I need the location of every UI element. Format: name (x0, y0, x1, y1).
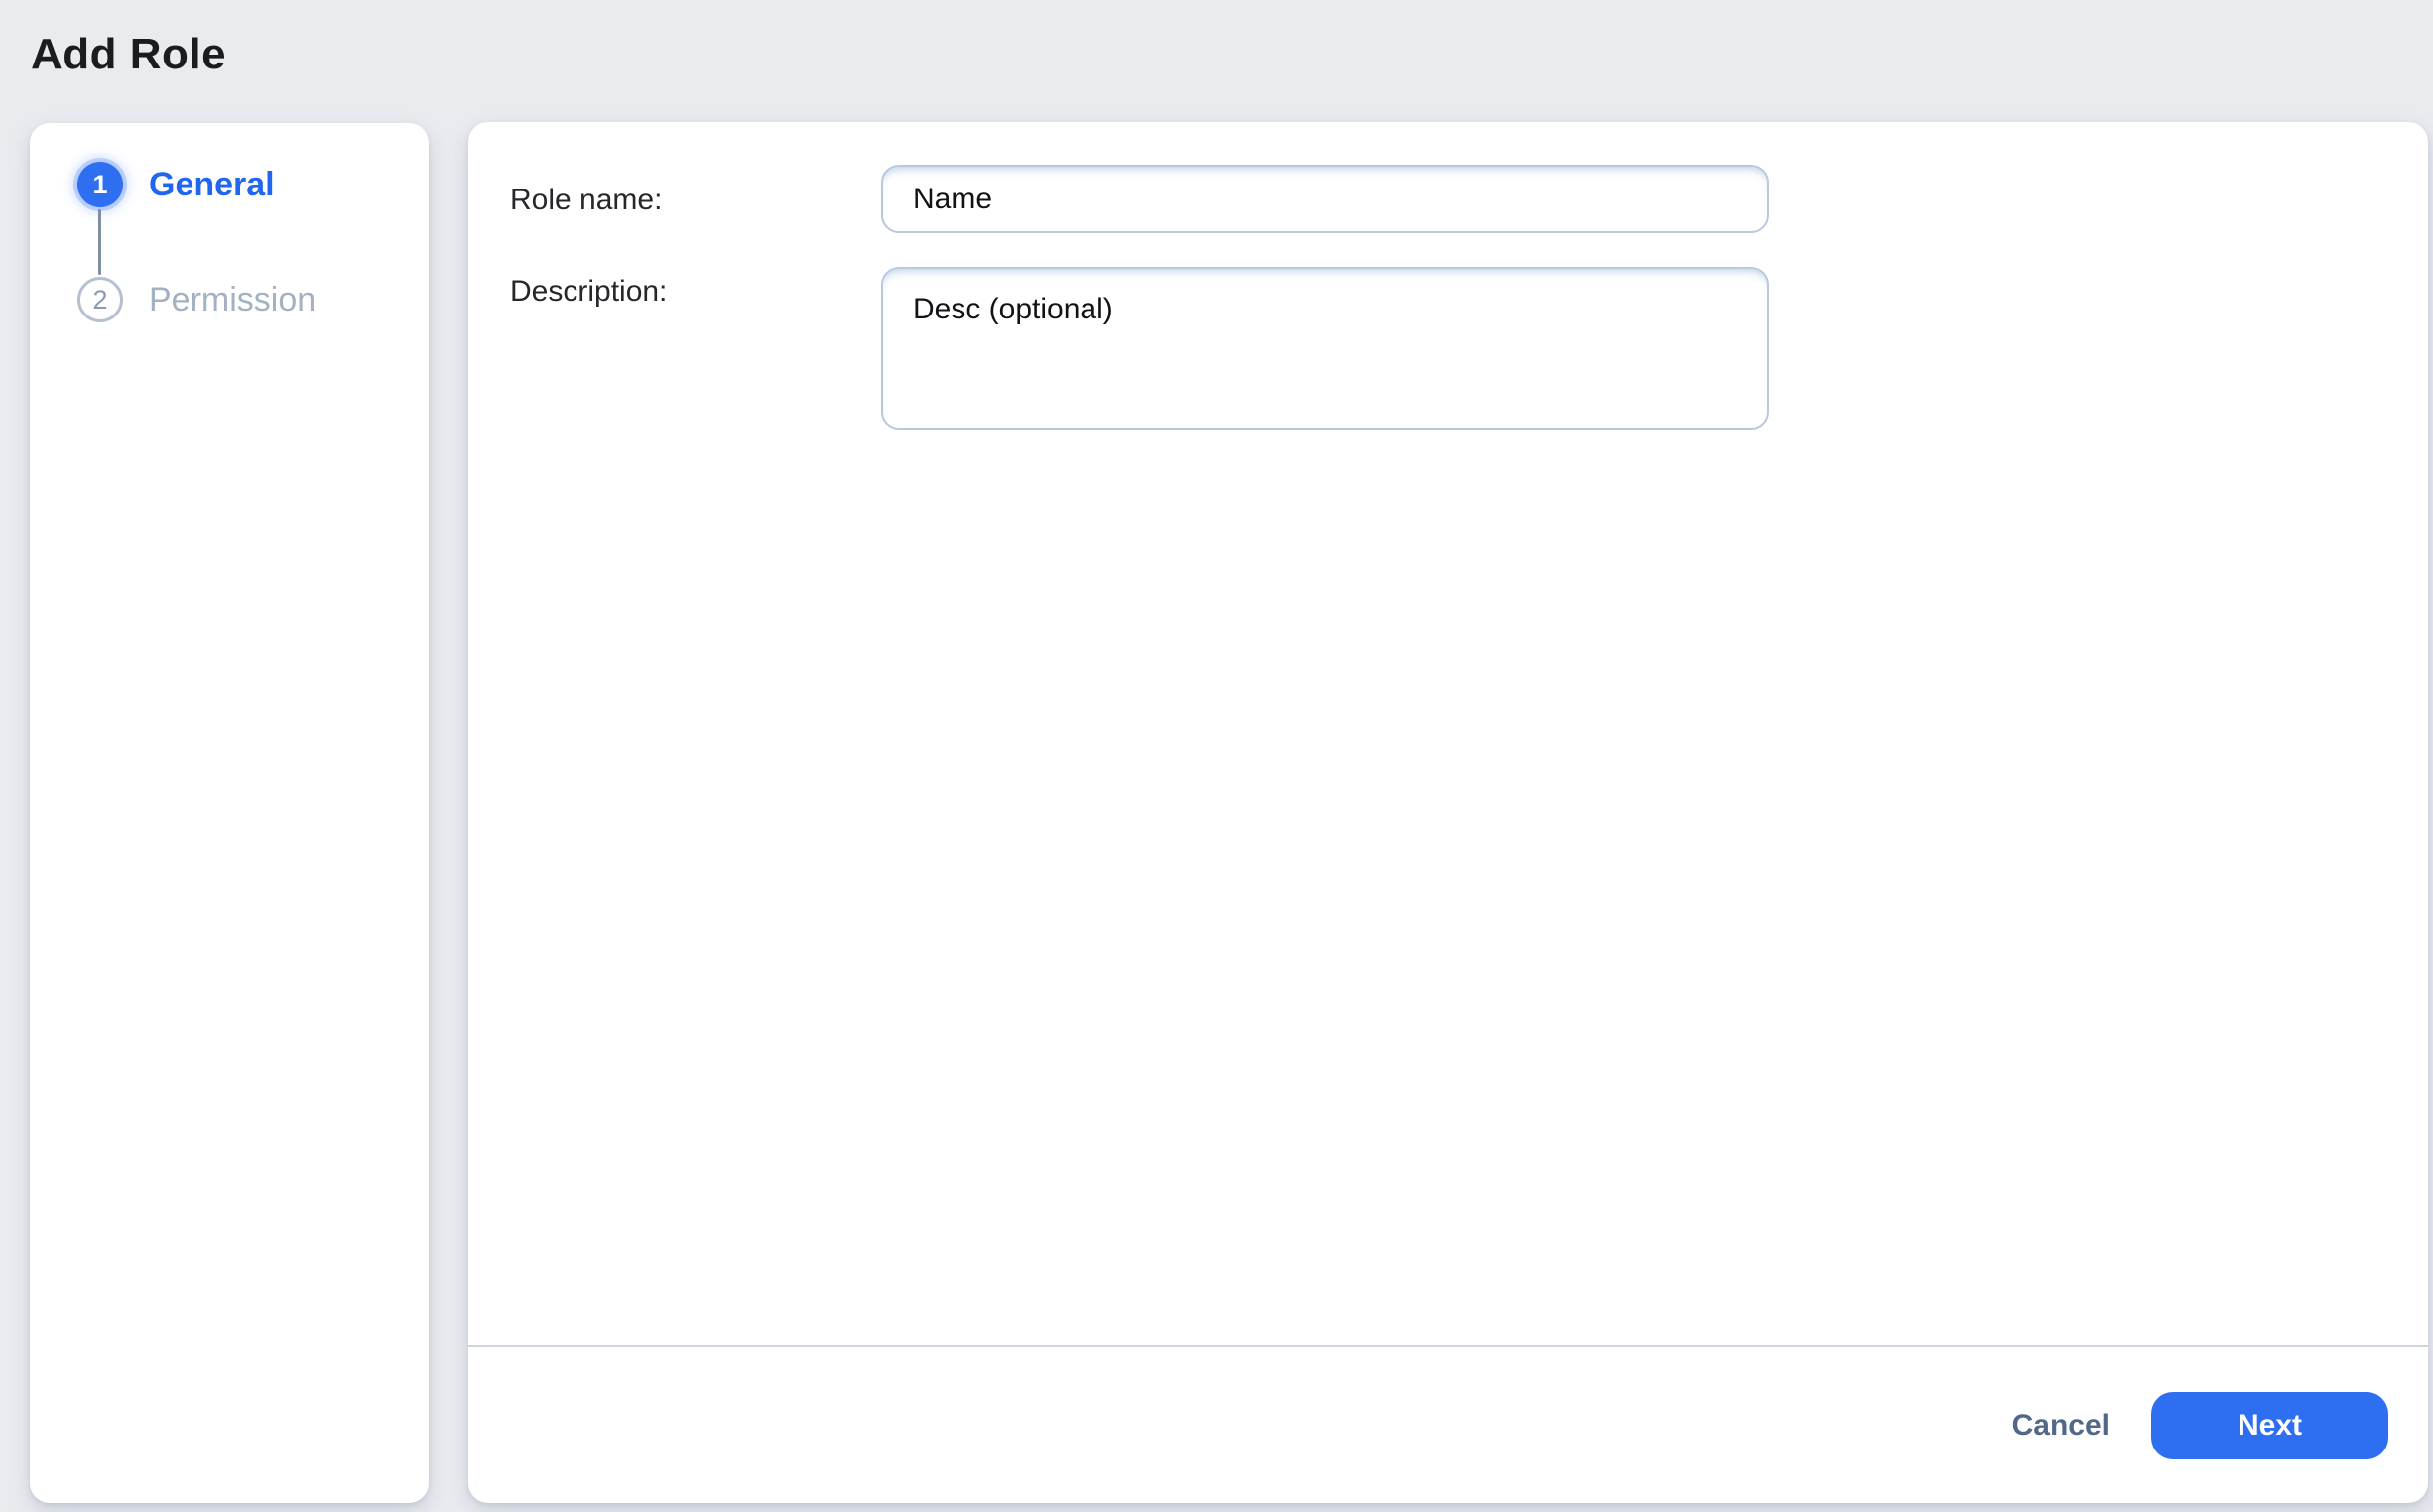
stepper-sidebar: 1 General 2 Permission (30, 123, 429, 1503)
role-name-input[interactable] (881, 165, 1769, 233)
role-name-label: Role name: (510, 184, 662, 217)
stepper-connector-line (98, 209, 101, 275)
step-1-number-badge: 1 (77, 162, 123, 207)
next-button[interactable]: Next (2151, 1392, 2388, 1459)
step-1-label: General (149, 162, 275, 207)
stepper-step-general[interactable]: 1 General (77, 162, 275, 207)
description-label: Description: (510, 275, 667, 309)
footer-action-bar: Cancel Next (468, 1347, 2428, 1503)
add-role-form-panel: Role name: Description: Desc (optional) … (468, 122, 2428, 1503)
step-2-number-badge: 2 (77, 277, 123, 322)
cancel-button[interactable]: Cancel (2010, 1399, 2112, 1452)
stepper-step-permission[interactable]: 2 Permission (77, 277, 316, 322)
step-2-label: Permission (149, 277, 316, 322)
description-textarea[interactable]: Desc (optional) (881, 267, 1769, 430)
page-title: Add Role (31, 30, 226, 79)
